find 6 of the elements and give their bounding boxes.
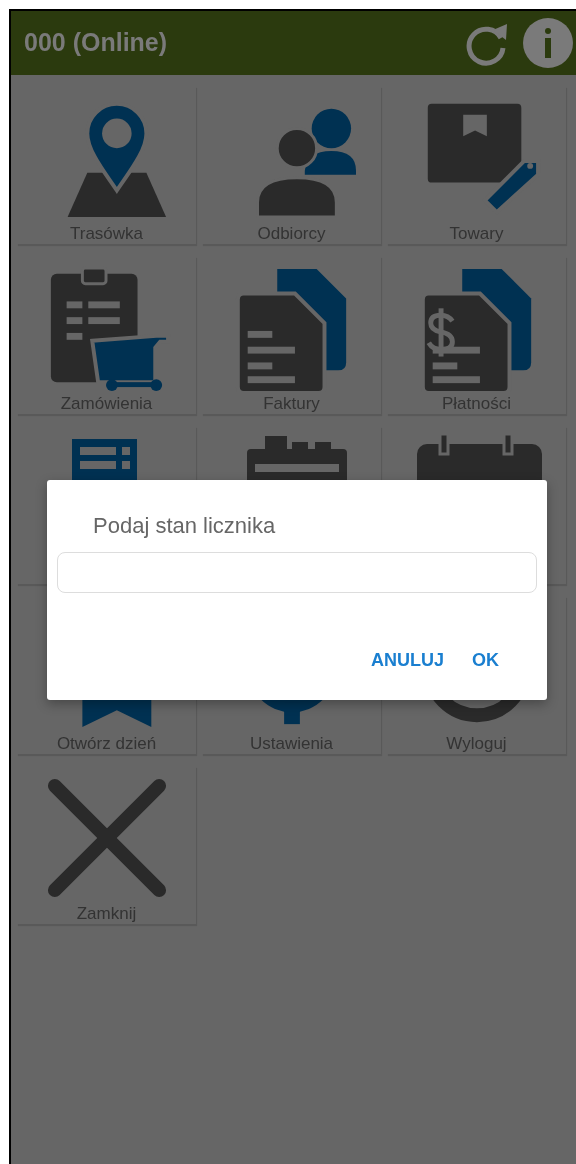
info-icon[interactable]: [523, 18, 573, 68]
input-field[interactable]: [57, 552, 537, 593]
dialog-button[interactable]: OK: [462, 641, 509, 680]
header-title: 000 (Online): [24, 27, 168, 59]
dialog-title: Podaj stan licznika: [93, 512, 277, 540]
dialog-button[interactable]: ANULUJ: [361, 641, 454, 680]
